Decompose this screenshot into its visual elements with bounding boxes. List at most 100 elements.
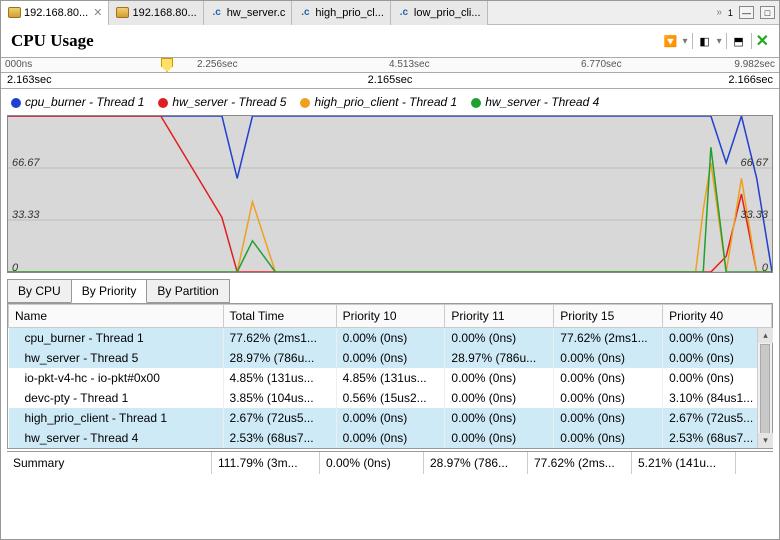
y-axis-label: 33.33 bbox=[12, 209, 40, 221]
column-header[interactable]: Priority 10 bbox=[336, 305, 445, 328]
summary-cell: 5.21% (141u... bbox=[632, 452, 736, 474]
page-title: CPU Usage bbox=[11, 31, 94, 51]
table-cell: io-pkt-v4-hc - io-pkt#0x00 bbox=[9, 368, 224, 388]
editor-tab[interactable]: .clow_prio_cli... bbox=[391, 1, 488, 25]
table-cell: hw_server - Thread 4 bbox=[9, 428, 224, 448]
ip-session-icon bbox=[7, 6, 21, 20]
filter-icon[interactable]: 🔽 bbox=[663, 33, 679, 49]
vertical-scrollbar[interactable]: ▴ ▾ bbox=[757, 328, 772, 448]
grouping-tab[interactable]: By Priority bbox=[71, 279, 148, 303]
grouping-tab[interactable]: By CPU bbox=[7, 279, 72, 303]
editor-tab[interactable]: .chw_server.c bbox=[204, 1, 293, 25]
separator bbox=[692, 33, 693, 49]
table-cell: 2.53% (68us7... bbox=[223, 428, 336, 448]
grouping-tabs: By CPUBy PriorityBy Partition bbox=[7, 279, 779, 303]
table-cell: 0.00% (0ns) bbox=[554, 348, 663, 368]
tab-label: low_prio_cli... bbox=[414, 7, 481, 19]
table-cell: 3.10% (84us1... bbox=[663, 388, 772, 408]
zoom-right-label: 2.166sec bbox=[728, 74, 773, 86]
table-cell: 0.00% (0ns) bbox=[445, 328, 554, 349]
table-row[interactable]: devc-pty - Thread 13.85% (104us...0.56% … bbox=[9, 388, 772, 408]
column-header[interactable]: Total Time bbox=[223, 305, 336, 328]
dropdown-caret-icon[interactable]: ▾ bbox=[683, 36, 688, 47]
table-cell: 4.85% (131us... bbox=[336, 368, 445, 388]
legend-color-dot bbox=[158, 98, 168, 108]
scroll-up-icon[interactable]: ▴ bbox=[758, 328, 773, 343]
table-cell: 0.00% (0ns) bbox=[445, 388, 554, 408]
legend-item: hw_server - Thread 5 bbox=[158, 95, 286, 109]
table-cell: 0.00% (0ns) bbox=[336, 408, 445, 428]
table-row[interactable]: hw_server - Thread 42.53% (68us7...0.00%… bbox=[9, 428, 772, 448]
table-cell: 0.00% (0ns) bbox=[445, 368, 554, 388]
editor-tab[interactable]: 192.168.80... ✕ bbox=[1, 1, 109, 25]
table-cell: 0.00% (0ns) bbox=[445, 428, 554, 448]
table-cell: hw_server - Thread 5 bbox=[9, 348, 224, 368]
summary-row: Summary111.79% (3m...0.00% (0ns)28.97% (… bbox=[7, 451, 773, 474]
cpu-usage-chart[interactable]: 66.6766.6733.3333.3300 bbox=[7, 115, 773, 273]
column-header[interactable]: Priority 15 bbox=[554, 305, 663, 328]
legend-color-dot bbox=[11, 98, 21, 108]
grouping-tab[interactable]: By Partition bbox=[146, 279, 229, 303]
tab-label: hw_server.c bbox=[227, 7, 286, 19]
table-row[interactable]: cpu_burner - Thread 177.62% (2ms1...0.00… bbox=[9, 328, 772, 349]
table-row[interactable]: hw_server - Thread 528.97% (786u...0.00%… bbox=[9, 348, 772, 368]
dropdown-caret-icon[interactable]: ▾ bbox=[717, 36, 722, 47]
ruler-tick: 6.770sec bbox=[581, 59, 622, 70]
scroll-thumb[interactable] bbox=[760, 344, 770, 444]
table-cell: 0.00% (0ns) bbox=[554, 428, 663, 448]
table-cell: 2.53% (68us7... bbox=[663, 428, 772, 448]
zoom-left-label: 2.163sec bbox=[7, 74, 52, 86]
table-cell: 0.00% (0ns) bbox=[336, 348, 445, 368]
table-cell: 3.85% (104us... bbox=[223, 388, 336, 408]
ruler-tick: 2.256sec bbox=[197, 59, 238, 70]
editor-tab[interactable]: .chigh_prio_cl... bbox=[292, 1, 391, 25]
table-cell: 0.00% (0ns) bbox=[336, 428, 445, 448]
zoom-mid-label: 2.165sec bbox=[368, 74, 413, 86]
y-axis-label: 0 bbox=[12, 262, 18, 274]
table-cell: 0.00% (0ns) bbox=[336, 328, 445, 349]
maximize-icon[interactable]: □ bbox=[760, 6, 775, 19]
column-header[interactable]: Priority 11 bbox=[445, 305, 554, 328]
close-icon[interactable]: ✕ bbox=[93, 6, 102, 19]
table-row[interactable]: high_prio_client - Thread 1 2.67% (72us5.… bbox=[9, 408, 772, 428]
table-cell: 0.00% (0ns) bbox=[554, 388, 663, 408]
ruler-tick: 4.513sec bbox=[389, 59, 430, 70]
c-file-icon: .c bbox=[210, 6, 224, 20]
column-header[interactable]: Priority 40 bbox=[663, 305, 772, 328]
timeline-ruler[interactable]: 000ns 2.256sec 4.513sec 6.770sec 9.982sec bbox=[1, 57, 779, 73]
table-row[interactable]: io-pkt-v4-hc - io-pkt#0x004.85% (131us..… bbox=[9, 368, 772, 388]
table-cell: 77.62% (2ms1... bbox=[554, 328, 663, 349]
table-cell: 77.62% (2ms1... bbox=[223, 328, 336, 349]
legend-color-dot bbox=[471, 98, 481, 108]
y-axis-label: 0 bbox=[762, 262, 768, 274]
timeline-marker[interactable] bbox=[161, 58, 173, 72]
ruler-tick: 000ns bbox=[5, 59, 32, 70]
y-axis-label: 33.33 bbox=[740, 209, 768, 221]
scroll-down-icon[interactable]: ▾ bbox=[758, 433, 773, 448]
tab-label: 192.168.80... bbox=[24, 7, 88, 19]
table-cell: 0.56% (15us2... bbox=[336, 388, 445, 408]
minimize-icon[interactable]: — bbox=[739, 6, 754, 19]
editor-tab[interactable]: 192.168.80... bbox=[109, 1, 203, 25]
legend-item: high_prio_client - Thread 1 bbox=[300, 95, 457, 109]
usage-table: NameTotal TimePriority 10Priority 11Prio… bbox=[7, 303, 773, 449]
table-cell: high_prio_client - Thread 1 bbox=[9, 408, 224, 428]
zoom-ruler[interactable]: 2.163sec 2.165sec 2.166sec bbox=[1, 73, 779, 89]
table-cell: 2.67% (72us5... bbox=[663, 408, 772, 428]
options-icon[interactable]: ⬒ bbox=[731, 33, 747, 49]
column-header[interactable]: Name bbox=[9, 305, 224, 328]
table-cell: 0.00% (0ns) bbox=[445, 408, 554, 428]
summary-cell: 0.00% (0ns) bbox=[320, 452, 424, 474]
ruler-tick: 9.982sec bbox=[734, 59, 775, 70]
tab-label: high_prio_cl... bbox=[315, 7, 384, 19]
table-cell: devc-pty - Thread 1 bbox=[9, 388, 224, 408]
legend-item: cpu_burner - Thread 1 bbox=[11, 95, 144, 109]
table-cell: 0.00% (0ns) bbox=[554, 368, 663, 388]
c-file-icon: .c bbox=[298, 6, 312, 20]
table-cell: 0.00% (0ns) bbox=[663, 348, 772, 368]
overflow-chevron-icon[interactable]: » bbox=[716, 7, 722, 18]
table-cell: 4.85% (131us... bbox=[223, 368, 336, 388]
legend-color-dot bbox=[300, 98, 310, 108]
close-view-icon[interactable]: ✕ bbox=[756, 31, 769, 51]
toggle-icon[interactable]: ◧ bbox=[697, 33, 713, 49]
